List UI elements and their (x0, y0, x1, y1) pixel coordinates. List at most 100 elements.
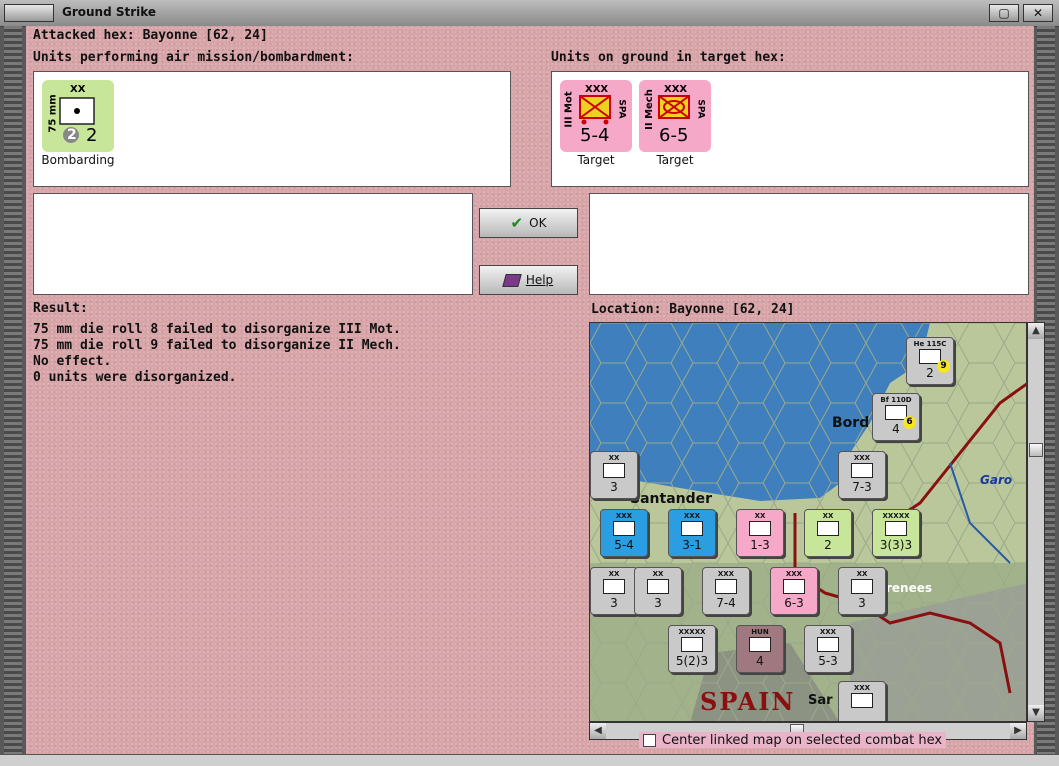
map-unit-counter[interactable]: XX 3 (634, 567, 682, 615)
map-unit-value: 5-3 (818, 654, 838, 668)
map-unit-top: XXXXX (678, 628, 706, 636)
unit-counter-ii-mech[interactable]: XXX II Mech SPA 6-5 (639, 80, 711, 152)
map-unit-counter[interactable]: XX 2 (804, 509, 852, 557)
status-bar (0, 754, 1059, 766)
map-unit-top: XX (754, 512, 766, 520)
map-unit-top: XX (608, 454, 620, 462)
unit-symbol-icon (647, 579, 669, 594)
title-bar[interactable]: Ground Strike ▢ ✕ (0, 0, 1059, 27)
map-unit-top: Bf 110D (880, 396, 912, 404)
system-menu-button[interactable] (4, 4, 54, 22)
unit-nation: SPA (616, 99, 627, 119)
air-units-label: Units performing air mission/bombardment… (33, 50, 354, 65)
unit-strength: 6-5 (659, 125, 689, 146)
result-line: 0 units were disorganized. (33, 370, 237, 385)
checkmark-icon: ✔ (510, 214, 524, 232)
close-button[interactable]: ✕ (1023, 4, 1053, 22)
map-unit-top: XXX (615, 512, 633, 520)
map-label-spain: SPAIN (700, 687, 796, 716)
map-unit-counter[interactable]: XXX 7-3 (838, 451, 886, 499)
map-unit-value: 5(2)3 (675, 654, 709, 668)
unit-size: XXX (585, 84, 609, 95)
unit-size: XXX (664, 84, 688, 95)
unit-name: II Mech (643, 89, 655, 130)
map-unit-counter[interactable]: XXXXX 5(2)3 (668, 625, 716, 673)
unit-nation: SPA (695, 99, 706, 119)
map-unit-counter[interactable]: Bf 110D 4 6 (872, 393, 920, 441)
map-unit-top: XXXXX (882, 512, 910, 520)
location-label: Location: Bayonne [62, 24] (591, 302, 795, 317)
unit-strength: 2 (86, 125, 98, 146)
unit-counter-iii-mot[interactable]: XXX III Mot SPA 5-4 (560, 80, 632, 152)
map-unit-top: XXX (717, 570, 735, 578)
map-unit-value: 3 (858, 596, 866, 610)
left-frame (4, 26, 22, 754)
unit-counter-75mm[interactable]: XX 75 mm 2 2 (42, 80, 114, 152)
map-vertical-scrollbar[interactable]: ▲ ▼ (1027, 322, 1045, 722)
ok-button[interactable]: ✔ OK (479, 208, 578, 238)
unit-symbol-icon (885, 521, 907, 536)
scroll-down-arrow-icon[interactable]: ▼ (1028, 705, 1044, 721)
ok-label: OK (529, 216, 547, 230)
unit-symbol-icon (817, 637, 839, 652)
map-unit-top: XXX (785, 570, 803, 578)
unit-symbol-icon (749, 637, 771, 652)
help-book-icon (502, 273, 522, 287)
result-label: Result: (33, 301, 88, 316)
map-unit-counter[interactable]: XXX 6-3 (770, 567, 818, 615)
map-unit-counter[interactable]: XXX 7-4 (702, 567, 750, 615)
scroll-left-arrow-icon[interactable]: ◀ (590, 723, 606, 739)
unit-size: XX (70, 84, 86, 95)
center-map-checkbox[interactable] (643, 733, 656, 747)
map-unit-value: 3(3)3 (879, 538, 913, 552)
unit-caption: Target (577, 153, 615, 167)
unit-caption: Target (656, 153, 694, 167)
unit-name: 75 mm (47, 94, 59, 133)
center-map-checkbox-row[interactable]: Center linked map on selected combat hex (639, 732, 947, 748)
map-unit-counter[interactable]: XXX 5-3 (804, 625, 852, 673)
map-unit-counter[interactable]: XX 3 (838, 567, 886, 615)
map-unit-value: 1-3 (750, 538, 770, 552)
map-unit-counter[interactable]: He 115C 2 9 (906, 337, 954, 385)
unit-symbol-icon (749, 521, 771, 536)
unit-symbol-icon (613, 521, 635, 536)
unit-symbol-icon (603, 463, 625, 478)
unit-symbol-icon (851, 579, 873, 594)
map-unit-sub: 6 (903, 416, 916, 429)
location-map[interactable]: Bord Santander renees SPAIN Garo Sar He … (589, 322, 1027, 722)
map-unit-counter[interactable]: XXX 3-1 (668, 509, 716, 557)
map-unit-counter[interactable]: XXX 5-4 (600, 509, 648, 557)
maximize-button[interactable]: ▢ (989, 4, 1019, 22)
scroll-right-arrow-icon[interactable]: ▶ (1010, 723, 1026, 739)
map-unit-top: XXX (853, 684, 871, 692)
vertical-scroll-thumb[interactable] (1029, 443, 1043, 457)
map-unit-top: XXX (683, 512, 701, 520)
map-label-sar: Sar (808, 693, 833, 708)
map-unit-counter[interactable]: HUN 4 (736, 625, 784, 673)
unit-symbol-icon (851, 463, 873, 478)
air-units-panel: XX 75 mm 2 2 Bombarding (33, 71, 511, 187)
map-unit-counter[interactable]: XXXXX 3(3)3 (872, 509, 920, 557)
map-unit-counter[interactable]: XX 3 (590, 567, 638, 615)
map-unit-counter[interactable]: XX 3 (590, 451, 638, 499)
map-unit-value: 3 (654, 596, 662, 610)
unit-symbol-icon (851, 693, 873, 708)
unit-symbol-icon (603, 579, 625, 594)
help-button[interactable]: Help (479, 265, 578, 295)
map-unit-top: XXX (853, 454, 871, 462)
map-unit-value: 7-4 (716, 596, 736, 610)
defender-detail-panel (589, 193, 1029, 295)
unit-symbol-icon (783, 579, 805, 594)
map-unit-value: 3 (610, 480, 618, 494)
window-title: Ground Strike (62, 5, 157, 19)
map-unit-top: XX (822, 512, 834, 520)
map-label-santander: Santander (630, 491, 713, 507)
ground-strike-window: Ground Strike ▢ ✕ Attacked hex: Bayonne … (0, 0, 1059, 766)
center-map-checkbox-label: Center linked map on selected combat hex (662, 732, 943, 748)
map-unit-counter[interactable]: XXX (838, 681, 886, 721)
map-label-pyrenees: renees (886, 581, 933, 595)
map-unit-sub: 9 (937, 360, 950, 373)
scroll-up-arrow-icon[interactable]: ▲ (1028, 323, 1044, 339)
map-unit-counter[interactable]: XX 1-3 (736, 509, 784, 557)
unit-symbol-icon (817, 521, 839, 536)
